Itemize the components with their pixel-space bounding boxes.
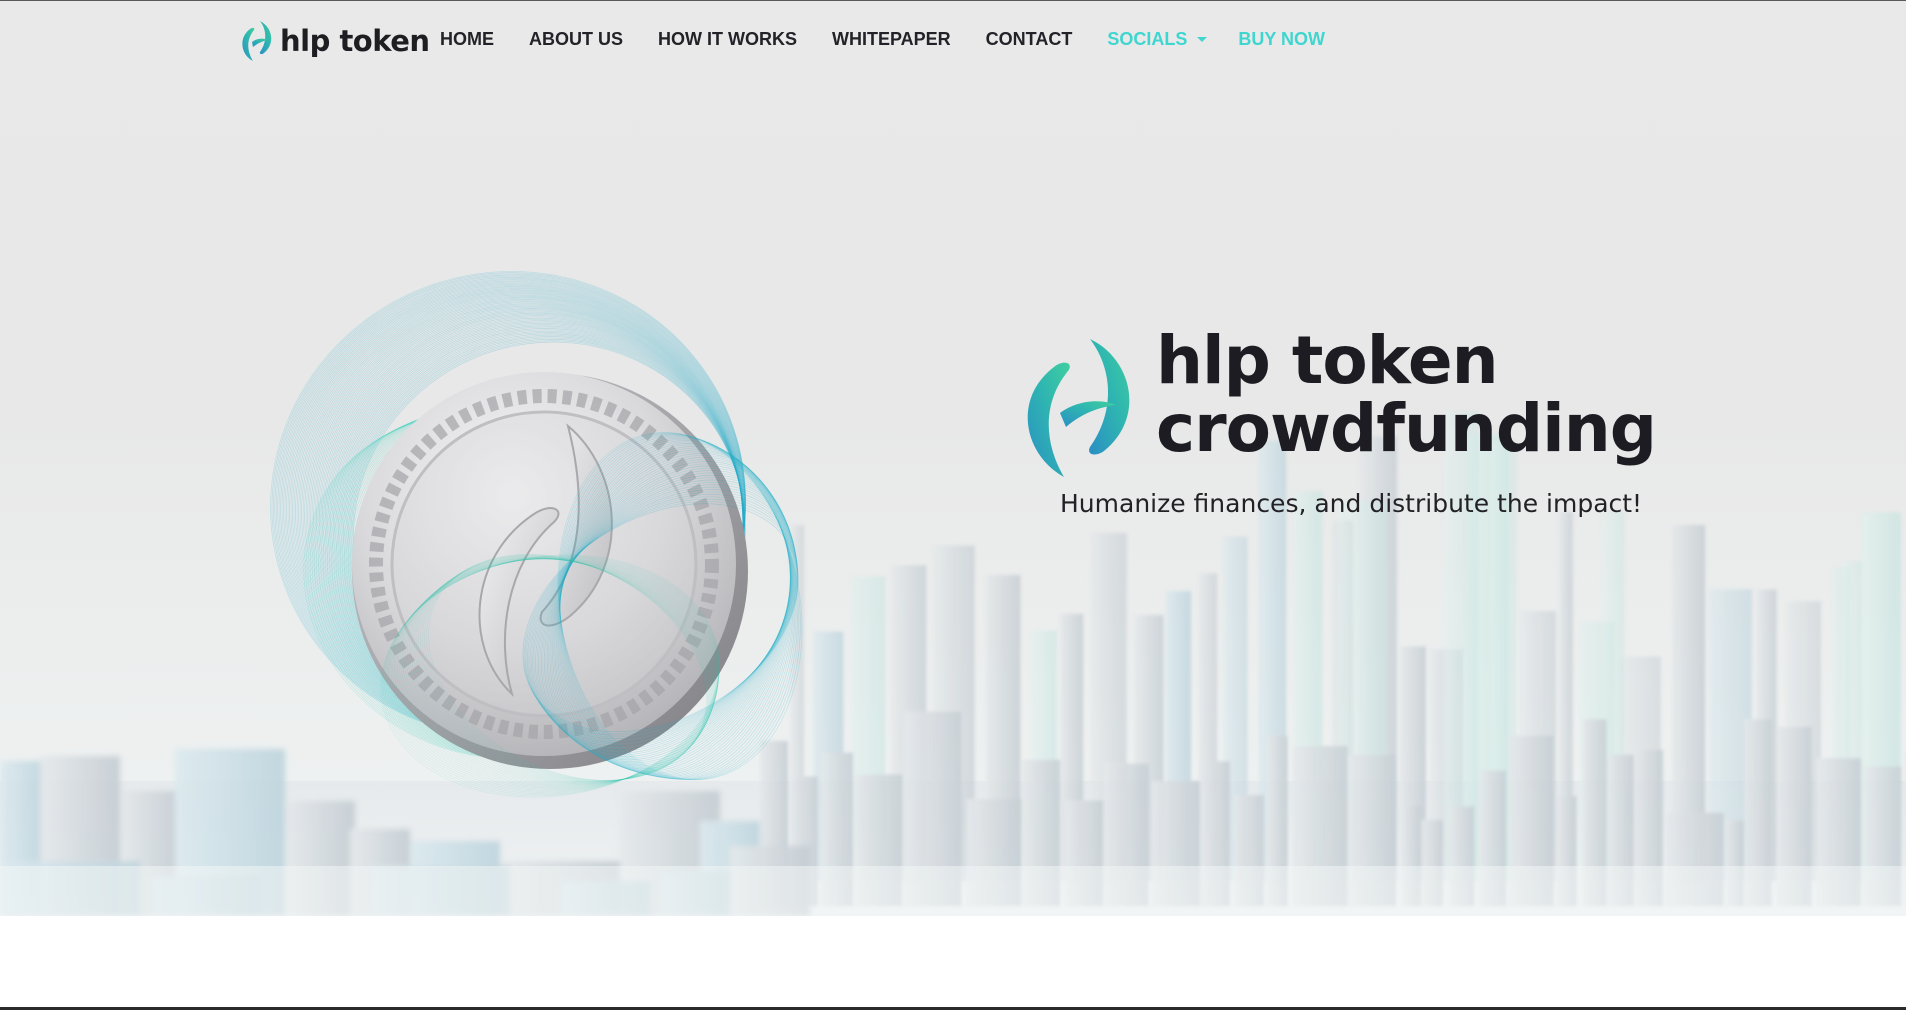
nav-about-us-link[interactable]: ABOUT US bbox=[529, 29, 623, 50]
nav-socials-dropdown[interactable]: SOCIALS bbox=[1107, 29, 1208, 50]
nav-how-it-works-link[interactable]: HOW IT WORKS bbox=[658, 29, 797, 50]
hero-title-line2: crowdfunding bbox=[1156, 390, 1657, 467]
nav-buy-now-link[interactable]: BUY NOW bbox=[1238, 29, 1325, 50]
hero-title: hlp token crowdfunding bbox=[1156, 322, 1657, 467]
hero-title-line1: hlp token bbox=[1156, 322, 1499, 399]
hlp-logo-icon bbox=[242, 21, 272, 61]
nav-whitepaper-link[interactable]: WHITEPAPER bbox=[832, 29, 951, 50]
nav-contact-link[interactable]: CONTACT bbox=[986, 29, 1073, 50]
hlp-logo-icon bbox=[1027, 339, 1130, 477]
brand-name: hlp token bbox=[280, 24, 430, 58]
main-menu: HOME ABOUT US HOW IT WORKS WHITEPAPER CO… bbox=[440, 29, 1360, 50]
caret-down-icon bbox=[1197, 37, 1208, 42]
hero-tagline: Humanize finances, and distribute the im… bbox=[1060, 489, 1643, 518]
nav-home-link[interactable]: HOME bbox=[440, 29, 494, 50]
hlp-token-coin bbox=[270, 271, 803, 798]
hero-headline: hlp token crowdfunding bbox=[1020, 327, 1657, 479]
hero-section: hlp token crowdfunding Humanize finances… bbox=[0, 1, 1906, 916]
bottom-content-area bbox=[0, 916, 1906, 1008]
coin-body-icon bbox=[352, 372, 748, 769]
top-navigation: hlp token HOME ABOUT US HOW IT WORKS WHI… bbox=[0, 1, 1906, 81]
nav-socials-label: SOCIALS bbox=[1107, 29, 1188, 49]
brand-logo-link[interactable]: hlp token bbox=[240, 21, 430, 61]
page: hlp token crowdfunding Humanize finances… bbox=[0, 0, 1906, 1010]
